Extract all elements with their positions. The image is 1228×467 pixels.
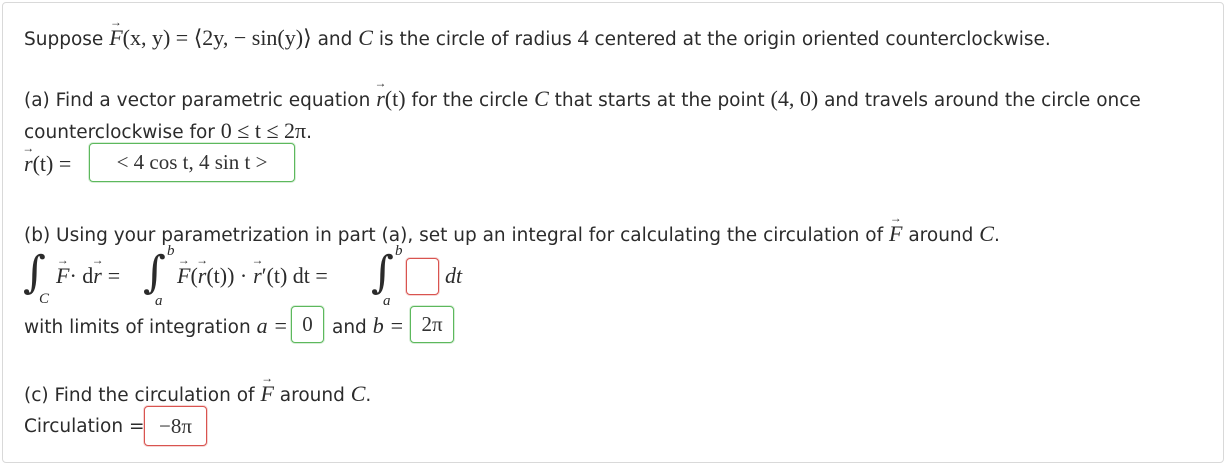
part-a-question: (a) Find a vector parametric equation r(… bbox=[24, 88, 1141, 111]
upper-limit-field[interactable]: 2π bbox=[410, 306, 454, 343]
circulation-answer-value: −8π bbox=[159, 413, 192, 438]
circulation-answer-field[interactable]: −8π bbox=[144, 406, 207, 446]
part-a-answer-label: r(t) = bbox=[24, 153, 71, 176]
vector-field-symbol: F bbox=[109, 27, 122, 49]
integrand-input[interactable] bbox=[406, 258, 439, 295]
part-a-answer-field[interactable]: < 4 cos t, 4 sin t > bbox=[89, 143, 295, 182]
part-a-question-line2: counterclockwise for 0 ≤ t ≤ 2π. bbox=[24, 118, 313, 143]
intro-prefix: Suppose bbox=[24, 29, 104, 50]
part-c-question: (c) Find the circulation of F around C. bbox=[24, 383, 371, 406]
definite-integral-sign-2: ∫ bbox=[371, 247, 394, 298]
problem-card: Suppose F(x, y) = ⟨2y, − sin(y)⟩ and C i… bbox=[2, 2, 1224, 463]
radius-value: 4 bbox=[577, 25, 589, 50]
parameter-range: 0 ≤ t ≤ 2π bbox=[220, 118, 307, 143]
curve-symbol: C bbox=[358, 25, 373, 50]
start-point: (4, 0) bbox=[770, 86, 819, 111]
line-integral-sign: ∫ bbox=[23, 247, 46, 298]
integral-subscript-c: C bbox=[39, 291, 50, 307]
circulation-label: Circulation = bbox=[24, 416, 145, 437]
lower-limit-field[interactable]: 0 bbox=[291, 306, 324, 343]
field-definition: (x, y) = ⟨2y, − sin(y)⟩ bbox=[122, 25, 312, 50]
problem-statement: Suppose F(x, y) = ⟨2y, − sin(y)⟩ and C i… bbox=[24, 27, 1051, 50]
part-a-answer-value: < 4 cos t, 4 sin t > bbox=[116, 150, 268, 174]
definite-integral-sign-1: ∫ bbox=[143, 247, 166, 298]
limits-of-integration: with limits of integration a = bbox=[24, 313, 288, 338]
